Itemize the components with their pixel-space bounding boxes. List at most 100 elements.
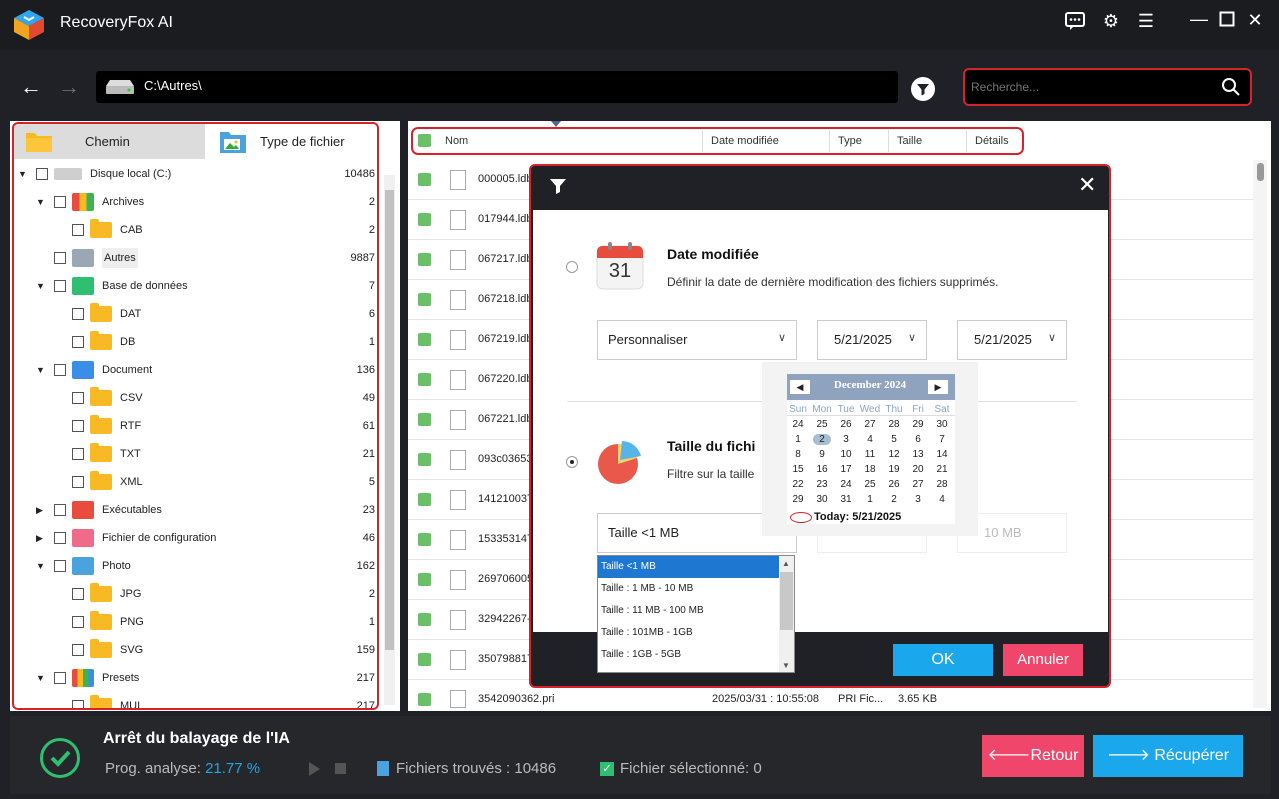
menu-icon[interactable]: ☰	[1133, 8, 1159, 34]
close-icon[interactable]: ✕	[1242, 7, 1268, 33]
calendar-day[interactable]: 4	[858, 434, 882, 445]
calendar-day[interactable]: 23	[810, 479, 834, 490]
column-type[interactable]: Type	[838, 135, 862, 147]
checkbox[interactable]	[54, 672, 66, 684]
row-checkbox[interactable]	[418, 253, 431, 266]
calendar-day[interactable]: 19	[882, 464, 906, 475]
calendar-day[interactable]: 3	[834, 434, 858, 445]
cancel-button[interactable]: Annuler	[1003, 644, 1083, 676]
tree-item-jpg[interactable]: JPG 2	[72, 580, 375, 608]
calendar-day[interactable]: 15	[786, 464, 810, 475]
select-all-checkbox[interactable]	[418, 134, 431, 147]
gear-icon[interactable]: ⚙	[1098, 8, 1124, 34]
today-label[interactable]: Today: 5/21/2025	[814, 511, 901, 523]
tree-item-rtf[interactable]: RTF 61	[72, 412, 375, 440]
path-bar[interactable]: C:\Autres\	[96, 71, 898, 103]
row-checkbox[interactable]	[418, 213, 431, 226]
calendar-day[interactable]: 12	[882, 449, 906, 460]
checkbox[interactable]	[54, 532, 66, 544]
size-option[interactable]: Taille <1 MB	[598, 556, 794, 578]
row-checkbox[interactable]	[418, 533, 431, 546]
tree-item-config[interactable]: ▶ Fichier de configuration 46	[36, 524, 375, 552]
calendar-day[interactable]: 2	[810, 434, 834, 445]
chevron-right-icon[interactable]: ▶	[36, 505, 46, 516]
size-radio[interactable]	[566, 456, 578, 468]
checkbox[interactable]	[54, 280, 66, 292]
row-checkbox[interactable]	[418, 173, 431, 186]
minimize-icon[interactable]: —	[1186, 6, 1212, 32]
checkbox[interactable]	[36, 168, 48, 180]
checkbox[interactable]	[54, 364, 66, 376]
checkbox[interactable]	[72, 420, 84, 432]
checkbox[interactable]	[72, 644, 84, 656]
calendar-day[interactable]: 28	[930, 479, 954, 490]
calendar-day[interactable]: 24	[786, 419, 810, 430]
search-input[interactable]	[971, 76, 1211, 98]
calendar-day[interactable]: 27	[906, 479, 930, 490]
checkbox[interactable]	[72, 448, 84, 460]
play-icon[interactable]	[309, 762, 320, 776]
retour-button[interactable]: 🡐Retour	[982, 735, 1084, 777]
stop-icon[interactable]	[335, 763, 346, 774]
calendar-day[interactable]: 30	[810, 494, 834, 505]
calendar-day[interactable]: 8	[786, 449, 810, 460]
size-option[interactable]: Taille : 1 MB - 10 MB	[598, 578, 794, 600]
row-checkbox[interactable]	[418, 613, 431, 626]
checkbox[interactable]	[72, 476, 84, 488]
tree-item-csv[interactable]: CSV 49	[72, 384, 375, 412]
calendar-day[interactable]: 17	[834, 464, 858, 475]
calendar-day[interactable]: 25	[810, 419, 834, 430]
feedback-icon[interactable]	[1062, 10, 1088, 36]
ok-button[interactable]: OK	[893, 644, 993, 676]
checkbox[interactable]	[54, 196, 66, 208]
next-month-icon[interactable]: ▶	[928, 380, 948, 394]
scroll-up-icon[interactable]: ▲	[782, 559, 790, 568]
calendar-day[interactable]: 2	[882, 494, 906, 505]
size-option[interactable]: Taille : 1GB - 5GB	[598, 644, 794, 666]
calendar-day[interactable]: 30	[930, 419, 954, 430]
checkbox[interactable]	[54, 504, 66, 516]
chevron-down-icon[interactable]: ▼	[36, 365, 46, 375]
calendar-day[interactable]: 26	[882, 479, 906, 490]
size-option[interactable]: Taille : 101MB - 1GB	[598, 622, 794, 644]
checkbox[interactable]	[72, 588, 84, 600]
checkbox[interactable]	[72, 336, 84, 348]
forward-arrow-icon[interactable]: →	[58, 74, 80, 100]
row-checkbox[interactable]	[418, 293, 431, 306]
checkbox[interactable]	[54, 252, 66, 264]
tab-type-de-fichier[interactable]: Type de fichier	[205, 123, 375, 159]
size-option[interactable]: Taille : 11 MB - 100 MB	[598, 600, 794, 622]
row-checkbox[interactable]	[418, 493, 431, 506]
calendar-day[interactable]: 20	[906, 464, 930, 475]
calendar-day[interactable]: 27	[858, 419, 882, 430]
calendar-day[interactable]: 4	[930, 494, 954, 505]
date-from-picker[interactable]: 5/21/2025 ∨	[817, 320, 927, 360]
tree-item-disque[interactable]: ▼ Disque local (C:) 10486	[18, 160, 375, 188]
calendar-day[interactable]: 18	[858, 464, 882, 475]
row-checkbox[interactable]	[418, 653, 431, 666]
tree-item-dat[interactable]: DAT 6	[72, 300, 375, 328]
tree-item-cab[interactable]: CAB 2	[72, 216, 375, 244]
column-taille[interactable]: Taille	[897, 135, 922, 147]
maximize-icon[interactable]	[1214, 8, 1240, 34]
search-icon[interactable]	[1221, 77, 1241, 102]
row-checkbox[interactable]	[418, 453, 431, 466]
calendar-day[interactable]: 1	[858, 494, 882, 505]
tree-item-png[interactable]: PNG 1	[72, 608, 375, 636]
calendar-day[interactable]: 26	[834, 419, 858, 430]
calendar-day[interactable]: 11	[858, 449, 882, 460]
date-radio[interactable]	[566, 261, 578, 273]
date-to-picker[interactable]: 5/21/2025 ∨	[957, 320, 1067, 360]
checkbox[interactable]	[72, 224, 84, 236]
calendar-day[interactable]: 3	[906, 494, 930, 505]
calendar-day[interactable]: 24	[834, 479, 858, 490]
tree-item-photo[interactable]: ▼ Photo 162	[36, 552, 375, 580]
checkbox[interactable]	[72, 308, 84, 320]
column-date[interactable]: Date modifiée	[711, 135, 779, 147]
left-scrollbar-thumb[interactable]	[385, 190, 394, 650]
calendar-day[interactable]: 16	[810, 464, 834, 475]
chevron-down-icon[interactable]: ▼	[36, 197, 46, 207]
calendar-day[interactable]: 13	[906, 449, 930, 460]
chevron-down-icon[interactable]: ▼	[36, 561, 46, 571]
prev-month-icon[interactable]: ◀	[790, 380, 810, 394]
